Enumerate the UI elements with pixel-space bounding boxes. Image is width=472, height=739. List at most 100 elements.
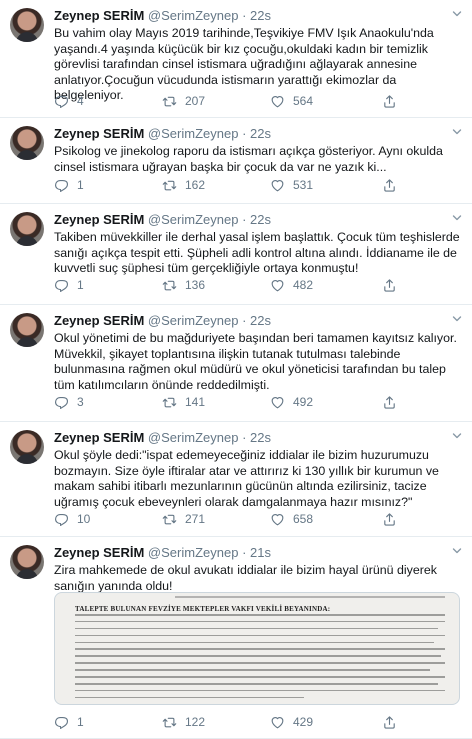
avatar[interactable]: [10, 430, 44, 464]
avatar[interactable]: [10, 212, 44, 246]
tweet-content: Zeynep SERİM @SerimZeynep · 22s Bu vahim…: [54, 8, 462, 104]
like-icon: [271, 716, 284, 728]
share-button[interactable]: [382, 394, 405, 410]
author-handle[interactable]: @SerimZeynep: [148, 126, 239, 141]
reply-icon: [55, 716, 68, 729]
author-name[interactable]: Zeynep SERİM: [54, 545, 144, 560]
author-name[interactable]: Zeynep SERİM: [54, 212, 144, 227]
reply-button[interactable]: 1: [54, 277, 84, 293]
document-cut-line: [175, 596, 445, 598]
avatar[interactable]: [10, 545, 44, 579]
reply-button[interactable]: 10: [54, 511, 90, 527]
reply-button[interactable]: 1: [54, 714, 84, 730]
tweet-5[interactable]: Zeynep SERİM @SerimZeynep · 22s Okul şöy…: [0, 422, 472, 537]
tweet-timestamp[interactable]: 22s: [250, 126, 271, 141]
tweet-actions: 1 136 482: [54, 277, 454, 293]
tweet-timestamp[interactable]: 22s: [250, 8, 271, 23]
separator: ·: [242, 545, 247, 560]
retweet-count: 162: [185, 178, 206, 192]
tweet-timestamp[interactable]: 22s: [250, 313, 271, 328]
author-name[interactable]: Zeynep SERİM: [54, 8, 144, 23]
retweet-icon: [162, 514, 177, 524]
share-button[interactable]: [382, 93, 405, 109]
like-button[interactable]: 429: [270, 714, 313, 730]
document-heading: TALEPTE BULUNAN FEVZİYE MEKTEPLER VAKFI …: [75, 605, 331, 613]
reply-button[interactable]: 4: [54, 93, 84, 109]
reply-icon: [55, 513, 68, 526]
like-count: 492: [293, 395, 314, 409]
retweet-button[interactable]: 136: [162, 277, 205, 293]
share-button[interactable]: [382, 277, 405, 293]
chevron-down-icon[interactable]: [452, 9, 462, 19]
avatar[interactable]: [10, 8, 44, 42]
document-line: [75, 669, 431, 671]
author-handle[interactable]: @SerimZeynep: [148, 430, 239, 445]
author-handle[interactable]: @SerimZeynep: [148, 212, 239, 227]
separator: ·: [242, 313, 247, 328]
tweet-timestamp[interactable]: 22s: [250, 430, 271, 445]
like-icon: [271, 396, 284, 408]
tweet-header: Zeynep SERİM @SerimZeynep · 22s: [54, 126, 462, 142]
tweet-actions: 1 162 531: [54, 177, 454, 193]
author-handle[interactable]: @SerimZeynep: [148, 8, 239, 23]
document-line: [75, 655, 442, 657]
retweet-button[interactable]: 207: [162, 93, 205, 109]
avatar[interactable]: [10, 313, 44, 347]
retweet-button[interactable]: 162: [162, 177, 205, 193]
share-button[interactable]: [382, 177, 405, 193]
retweet-button[interactable]: 122: [162, 714, 205, 730]
retweet-count: 271: [185, 512, 206, 526]
share-icon: [384, 395, 395, 409]
like-icon: [271, 513, 284, 525]
tweet-actions: 10 271 658: [54, 511, 454, 527]
chevron-down-icon[interactable]: [452, 314, 462, 324]
like-button[interactable]: 482: [270, 277, 313, 293]
tweet-3[interactable]: Zeynep SERİM @SerimZeynep · 22s Takiben …: [0, 204, 472, 305]
share-button[interactable]: [382, 714, 405, 730]
avatar[interactable]: [10, 126, 44, 160]
tweet-timestamp[interactable]: 21s: [250, 545, 271, 560]
retweet-icon: [162, 96, 177, 106]
tweet-6[interactable]: Zeynep SERİM @SerimZeynep · 21s Zira mah…: [0, 537, 472, 739]
tweet-4[interactable]: Zeynep SERİM @SerimZeynep · 22s Okul yön…: [0, 305, 472, 422]
share-button[interactable]: [382, 511, 405, 527]
tweet-header: Zeynep SERİM @SerimZeynep · 22s: [54, 8, 462, 24]
tweet-text: Takiben müvekkiller ile derhal yasal işl…: [54, 230, 460, 276]
reply-button[interactable]: 3: [54, 394, 84, 410]
chevron-down-icon[interactable]: [452, 127, 462, 137]
like-button[interactable]: 658: [270, 511, 313, 527]
document-line: [75, 614, 445, 616]
author-handle[interactable]: @SerimZeynep: [148, 545, 239, 560]
tweet-text: Zira mahkemede de okul avukatı iddialar …: [54, 563, 437, 593]
attached-document-image[interactable]: TALEPTE BULUNAN FEVZİYE MEKTEPLER VAKFI …: [54, 592, 460, 705]
chevron-down-icon[interactable]: [452, 546, 462, 556]
like-count: 482: [293, 278, 314, 292]
separator: ·: [242, 430, 247, 445]
tweet-1[interactable]: Zeynep SERİM @SerimZeynep · 22s Bu vahim…: [0, 0, 472, 118]
author-name[interactable]: Zeynep SERİM: [54, 126, 144, 141]
retweet-icon: [162, 180, 177, 190]
document-line: [75, 620, 445, 623]
tweet-timestamp[interactable]: 22s: [250, 212, 271, 227]
like-count: 429: [293, 715, 314, 729]
author-name[interactable]: Zeynep SERİM: [54, 313, 144, 328]
retweet-icon: [162, 717, 177, 727]
like-count: 658: [293, 512, 314, 526]
reply-button[interactable]: 1: [54, 177, 84, 193]
chevron-down-icon[interactable]: [452, 431, 462, 441]
like-button[interactable]: 564: [270, 93, 313, 109]
retweet-button[interactable]: 271: [162, 511, 205, 527]
tweet-text: Psikolog ve jinekolog raporu da istismar…: [54, 144, 443, 174]
tweet-2[interactable]: Zeynep SERİM @SerimZeynep · 22s Psikolog…: [0, 118, 472, 204]
author-name[interactable]: Zeynep SERİM: [54, 430, 144, 445]
like-button[interactable]: 492: [270, 394, 313, 410]
retweet-button[interactable]: 141: [162, 394, 205, 410]
author-handle[interactable]: @SerimZeynep: [148, 313, 239, 328]
chevron-down-icon[interactable]: [452, 213, 462, 223]
separator: ·: [242, 212, 247, 227]
like-button[interactable]: 531: [270, 177, 313, 193]
like-icon: [271, 179, 284, 191]
tweet-content: Zeynep SERİM @SerimZeynep · 21s Zira mah…: [54, 545, 462, 594]
reply-count: 3: [77, 395, 84, 409]
document-line: [75, 676, 445, 678]
